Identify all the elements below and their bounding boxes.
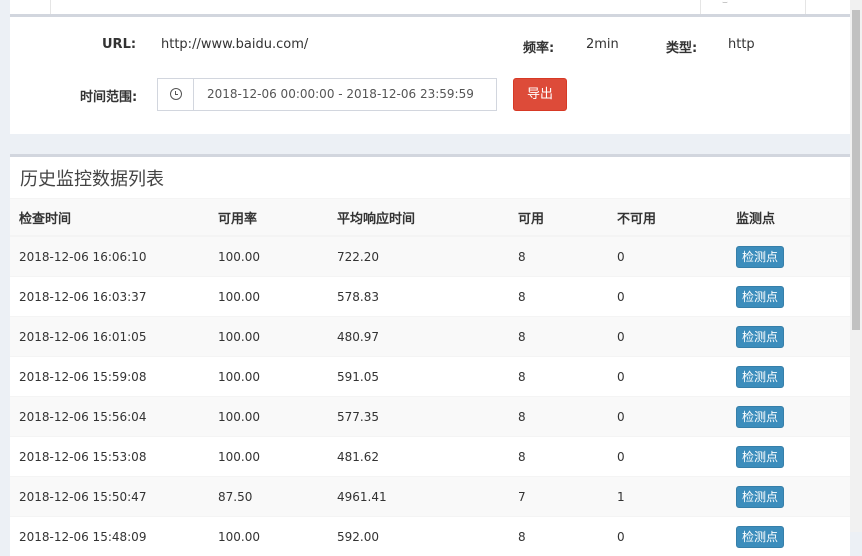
cell-rate: 87.50 (209, 477, 328, 517)
cell-time: 2018-12-06 16:06:10 (10, 236, 209, 277)
cell-action: 检测点 (727, 437, 850, 477)
divider (805, 0, 806, 14)
cell-fail: 0 (608, 317, 727, 357)
cell-time: 2018-12-06 16:01:05 (10, 317, 209, 357)
header-unavailable[interactable]: 不可用 (608, 199, 727, 237)
cell-action: 检测点 (727, 517, 850, 556)
cell-action: 检测点 (727, 357, 850, 397)
header-check-time[interactable]: 检查时间 (10, 199, 209, 237)
time-range-value[interactable]: 2018-12-06 00:00:00 - 2018-12-06 23:59:5… (207, 87, 474, 101)
cell-avg: 592.00 (328, 517, 509, 556)
cell-avg: 722.20 (328, 236, 509, 277)
divider (700, 0, 701, 14)
table-row: 2018-12-06 16:06:10 100.00 722.20 8 0 检测… (10, 236, 850, 277)
cell-fail: 0 (608, 517, 727, 556)
cell-ok: 7 (509, 477, 608, 517)
monitor-point-button[interactable]: 检测点 (736, 406, 784, 428)
monitor-point-button[interactable]: 检测点 (736, 366, 784, 388)
cell-time: 2018-12-06 15:53:08 (10, 437, 209, 477)
cell-rate: 100.00 (209, 317, 328, 357)
header-available[interactable]: 可用 (509, 199, 608, 237)
cell-ok: 8 (509, 397, 608, 437)
cell-avg: 578.83 (328, 277, 509, 317)
cell-ok: 8 (509, 236, 608, 277)
cell-ok: 8 (509, 437, 608, 477)
history-table: 检查时间 可用率 平均响应时间 可用 不可用 监测点 2018-12-06 16… (10, 198, 850, 556)
cell-rate: 100.00 (209, 277, 328, 317)
monitor-point-button[interactable]: 检测点 (736, 446, 784, 468)
cell-time: 2018-12-06 15:48:09 (10, 517, 209, 556)
scrollbar-thumb[interactable] (852, 10, 860, 330)
table-row: 2018-12-06 15:50:47 87.50 4961.41 7 1 检测… (10, 477, 850, 517)
cell-fail: 0 (608, 437, 727, 477)
cell-avg: 481.62 (328, 437, 509, 477)
cell-avg: 591.05 (328, 357, 509, 397)
cell-action: 检测点 (727, 397, 850, 437)
header-avg-response[interactable]: 平均响应时间 (328, 199, 509, 237)
cell-ok: 8 (509, 357, 608, 397)
monitor-point-button[interactable]: 检测点 (736, 246, 784, 268)
cell-time: 2018-12-06 15:56:04 (10, 397, 209, 437)
cell-rate: 100.00 (209, 236, 328, 277)
cell-fail: 0 (608, 236, 727, 277)
table-header-row: 检查时间 可用率 平均响应时间 可用 不可用 监测点 (10, 199, 850, 237)
frequency-value: 2min (586, 37, 619, 52)
cell-time: 2018-12-06 16:03:37 (10, 277, 209, 317)
table-row: 2018-12-06 16:03:37 100.00 578.83 8 0 检测… (10, 277, 850, 317)
partial-icon: ⌣ (722, 0, 728, 6)
type-label: 类型: (666, 37, 697, 56)
table-row: 2018-12-06 15:59:08 100.00 591.05 8 0 检测… (10, 357, 850, 397)
cell-action: 检测点 (727, 317, 850, 357)
history-data-panel: 历史监控数据列表 检查时间 可用率 平均响应时间 可用 不可用 监测点 2018… (10, 154, 850, 554)
url-value: http://www.baidu.com/ (161, 37, 308, 52)
cell-time: 2018-12-06 15:50:47 (10, 477, 209, 517)
divider (50, 0, 51, 14)
cell-action: 检测点 (727, 236, 850, 277)
cell-rate: 100.00 (209, 357, 328, 397)
monitor-point-button[interactable]: 检测点 (736, 326, 784, 348)
top-strip: ⌣ (10, 0, 850, 14)
cell-avg: 4961.41 (328, 477, 509, 517)
cell-fail: 0 (608, 357, 727, 397)
frequency-label: 频率: (523, 37, 554, 56)
clock-addon (158, 79, 194, 110)
monitor-point-button[interactable]: 检测点 (736, 526, 784, 548)
table-row: 2018-12-06 15:56:04 100.00 577.35 8 0 检测… (10, 397, 850, 437)
monitor-point-button[interactable]: 检测点 (736, 286, 784, 308)
cell-avg: 480.97 (328, 317, 509, 357)
header-monitor-point[interactable]: 监测点 (727, 199, 850, 237)
time-range-input[interactable]: 2018-12-06 00:00:00 - 2018-12-06 23:59:5… (157, 78, 497, 111)
cell-action: 检测点 (727, 477, 850, 517)
cell-rate: 100.00 (209, 517, 328, 556)
type-value: http (728, 37, 755, 52)
cell-ok: 8 (509, 517, 608, 556)
monitor-point-button[interactable]: 检测点 (736, 486, 784, 508)
table-row: 2018-12-06 15:48:09 100.00 592.00 8 0 检测… (10, 517, 850, 556)
header-availability[interactable]: 可用率 (209, 199, 328, 237)
cell-fail: 0 (608, 397, 727, 437)
export-button[interactable]: 导出 (513, 78, 567, 111)
clock-icon (170, 88, 182, 100)
cell-ok: 8 (509, 277, 608, 317)
table-row: 2018-12-06 16:01:05 100.00 480.97 8 0 检测… (10, 317, 850, 357)
cell-rate: 100.00 (209, 437, 328, 477)
filter-panel: URL: http://www.baidu.com/ 频率: 2min 类型: … (10, 14, 850, 134)
cell-ok: 8 (509, 317, 608, 357)
table-row: 2018-12-06 15:53:08 100.00 481.62 8 0 检测… (10, 437, 850, 477)
cell-avg: 577.35 (328, 397, 509, 437)
cell-fail: 1 (608, 477, 727, 517)
cell-time: 2018-12-06 15:59:08 (10, 357, 209, 397)
cell-fail: 0 (608, 277, 727, 317)
panel-title: 历史监控数据列表 (20, 165, 164, 191)
time-range-label: 时间范围: (80, 86, 137, 105)
cell-action: 检测点 (727, 277, 850, 317)
url-label: URL: (102, 37, 136, 52)
cell-rate: 100.00 (209, 397, 328, 437)
